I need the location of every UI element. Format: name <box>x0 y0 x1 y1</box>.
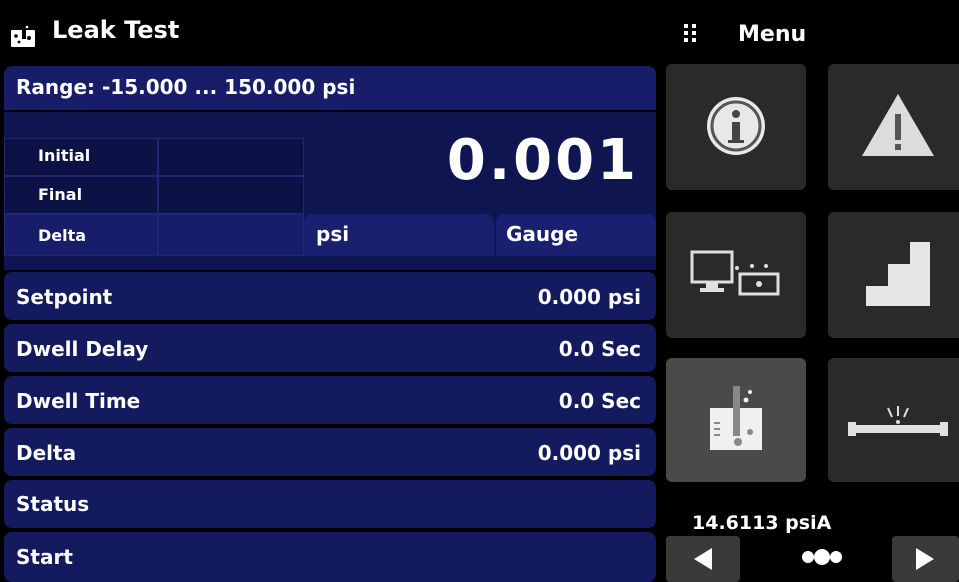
warning-tile[interactable] <box>828 64 959 190</box>
setpoint-value: 0.000 psi <box>537 285 641 309</box>
delta-row-label: Delta <box>16 441 77 465</box>
burst-test-icon <box>848 406 948 436</box>
start-row[interactable] <box>4 532 656 582</box>
next-page-button[interactable] <box>892 536 959 582</box>
setpoint-label: Setpoint <box>16 285 113 309</box>
leak-test-icon <box>710 386 762 450</box>
page-title: Leak Test <box>52 16 180 44</box>
mode-label: Gauge <box>506 222 579 246</box>
step-program-icon <box>866 242 930 306</box>
dwell-delay-value: 0.0 Sec <box>558 337 641 361</box>
menu-grid-icon[interactable] <box>684 24 698 47</box>
start-label: Start <box>16 545 73 569</box>
status-row <box>4 480 656 528</box>
grid-cell-final-value <box>158 176 304 214</box>
burst-test-tile[interactable] <box>828 358 959 482</box>
delta-row-value: 0.000 psi <box>537 441 641 465</box>
grid-cell-initial-value <box>158 138 304 176</box>
initial-label: Initial <box>38 146 91 165</box>
info-tile[interactable] <box>666 64 806 190</box>
status-label: Status <box>16 492 90 516</box>
dwell-delay-label: Dwell Delay <box>16 337 149 361</box>
warning-icon <box>862 94 934 156</box>
remote-tile[interactable] <box>666 212 806 338</box>
step-program-tile[interactable] <box>828 212 959 338</box>
leak-test-title-icon <box>11 23 35 47</box>
pressure-value: 0.001 <box>446 128 639 193</box>
chevron-left-icon <box>694 548 712 570</box>
unit-label: psi <box>316 222 350 246</box>
range-text: Range: -15.000 ... 150.000 psi <box>16 75 356 99</box>
dwell-time-value: 0.0 Sec <box>558 389 641 413</box>
menu-label[interactable]: Menu <box>738 22 806 47</box>
final-label: Final <box>38 185 83 204</box>
barometer-reading: 14.6113 psiA <box>692 512 832 534</box>
remote-communication-icon <box>690 250 780 296</box>
leak-test-tile[interactable] <box>666 358 806 482</box>
chevron-right-icon <box>916 548 934 570</box>
grid-cell-delta-value <box>158 214 304 256</box>
prev-page-button[interactable] <box>666 536 740 582</box>
page-indicator <box>802 549 842 565</box>
info-icon <box>707 97 765 155</box>
dwell-time-label: Dwell Time <box>16 389 141 413</box>
delta-label: Delta <box>38 226 87 245</box>
